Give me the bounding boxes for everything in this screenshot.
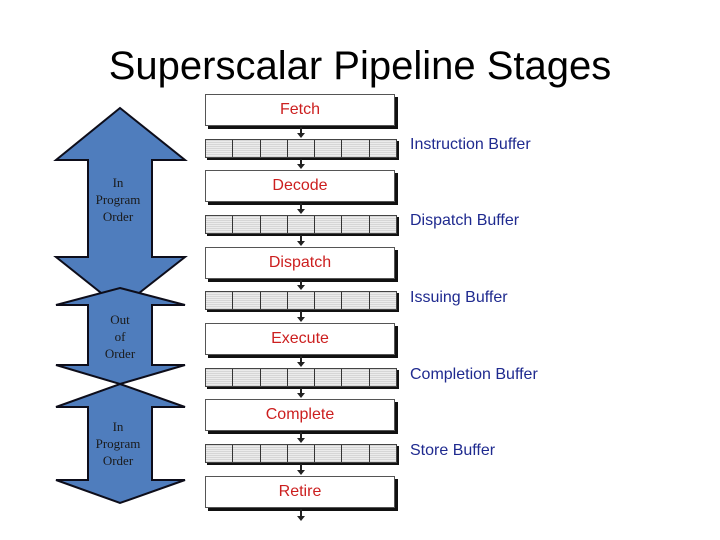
buffer-slot <box>233 445 261 462</box>
arrow-label-in-order-bottom: In Program Order <box>95 419 141 468</box>
buffer-slot <box>369 445 396 462</box>
buffer-slot <box>315 369 343 386</box>
buffer-slot <box>315 292 343 309</box>
dispatch-buffer <box>205 215 397 234</box>
label-instruction-buffer: Instruction Buffer <box>410 136 531 153</box>
store-buffer <box>205 444 397 463</box>
buffer-slot <box>287 369 316 386</box>
buffer-slot <box>369 216 396 233</box>
buffer-slot <box>287 292 316 309</box>
buffer-slot <box>342 445 370 462</box>
buffer-slot <box>233 140 261 157</box>
buffer-slot <box>287 445 316 462</box>
buffer-slot <box>369 140 396 157</box>
buffer-slot <box>233 369 261 386</box>
completion-buffer <box>205 368 397 387</box>
buffer-slot <box>260 445 288 462</box>
flow-arrowhead <box>297 241 305 246</box>
issuing-buffer <box>205 291 397 310</box>
buffer-slot <box>315 445 343 462</box>
buffer-slot <box>287 140 316 157</box>
buffer-slot <box>315 216 343 233</box>
buffer-slot <box>260 216 288 233</box>
buffer-slot <box>206 369 234 386</box>
buffer-slot <box>206 445 234 462</box>
label-store-buffer: Store Buffer <box>410 442 496 459</box>
buffer-slot <box>342 216 370 233</box>
label-issuing-buffer: Issuing Buffer <box>410 289 508 306</box>
flow-arrowhead <box>297 164 305 169</box>
buffer-slot <box>233 292 261 309</box>
arrow-label-out-of-order: Out of Order <box>104 312 136 361</box>
flow-arrowhead <box>297 362 305 367</box>
flow-arrowhead <box>297 516 305 521</box>
flow-arrowhead <box>297 438 305 443</box>
buffer-slot <box>260 369 288 386</box>
buffer-slot <box>342 292 370 309</box>
flow-arrowhead <box>297 285 305 290</box>
stage-complete: Complete <box>205 399 395 431</box>
stage-dispatch: Dispatch <box>205 247 395 279</box>
buffer-slot <box>260 140 288 157</box>
buffer-slot <box>369 369 396 386</box>
buffer-slot <box>260 292 288 309</box>
flow-arrowhead <box>297 133 305 138</box>
stage-retire: Retire <box>205 476 395 508</box>
buffer-slot <box>342 369 370 386</box>
buffer-slot <box>342 140 370 157</box>
flow-arrowhead <box>297 317 305 322</box>
buffer-slot <box>233 216 261 233</box>
buffer-slot <box>287 216 316 233</box>
instruction-buffer <box>205 139 397 158</box>
buffer-slot <box>369 292 396 309</box>
label-completion-buffer: Completion Buffer <box>410 366 538 383</box>
arrow-label-in-order-top: In Program Order <box>95 175 141 224</box>
label-dispatch-buffer: Dispatch Buffer <box>410 212 520 229</box>
stage-execute: Execute <box>205 323 395 355</box>
flow-arrowhead <box>297 470 305 475</box>
buffer-slot <box>206 140 234 157</box>
flow-arrowhead <box>297 393 305 398</box>
flow-arrowhead <box>297 209 305 214</box>
buffer-slot <box>206 292 234 309</box>
buffer-slot <box>315 140 343 157</box>
buffer-slot <box>206 216 234 233</box>
stage-decode: Decode <box>205 170 395 202</box>
stage-fetch: Fetch <box>205 94 395 126</box>
